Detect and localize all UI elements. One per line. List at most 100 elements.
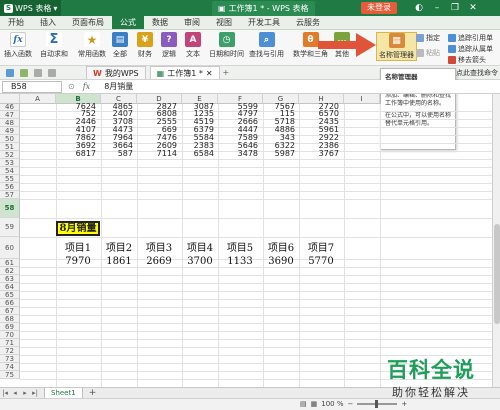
- row-header-64[interactable]: 64: [0, 283, 20, 291]
- summary-header-cell[interactable]: 项目6: [259, 239, 303, 254]
- row-header-52[interactable]: 52: [0, 151, 20, 159]
- summary-header-cell[interactable]: 项目7: [299, 239, 343, 254]
- name-manager-button[interactable]: ▦ 名称管理器: [376, 32, 417, 61]
- tab-review[interactable]: 审阅: [176, 16, 208, 29]
- table-cell[interactable]: 6584: [174, 150, 214, 158]
- row-header-74[interactable]: 74: [0, 363, 20, 371]
- name-box[interactable]: B58: [2, 80, 62, 93]
- autosum-button[interactable]: Σ 自动求和: [40, 32, 68, 59]
- zoom-level[interactable]: 100 %: [321, 400, 343, 408]
- summary-header-cell[interactable]: 项目4: [178, 239, 222, 254]
- tab-cloud[interactable]: 云服务: [288, 16, 328, 29]
- maximize-icon[interactable]: ❐: [448, 2, 462, 14]
- common-functions-button[interactable]: ★ 常用函数: [78, 32, 106, 59]
- tab-data[interactable]: 数据: [144, 16, 176, 29]
- tab-home[interactable]: 开始: [0, 16, 32, 29]
- row-header-46[interactable]: 46: [0, 104, 20, 111]
- tab-page-layout[interactable]: 页面布局: [64, 16, 112, 29]
- summary-value-cell[interactable]: 2669: [137, 256, 181, 267]
- financial-button[interactable]: ¥ 财务: [137, 32, 153, 59]
- table-cell[interactable]: 587: [93, 150, 133, 158]
- document-tab[interactable]: ▣ 工作簿1 * - WPS 表格: [212, 1, 315, 16]
- zoom-search-icon[interactable]: ⊙: [68, 82, 75, 91]
- summary-header-cell[interactable]: 项目1: [56, 239, 100, 254]
- app-menu-button[interactable]: S WPS 表格 ▾: [0, 0, 62, 16]
- row-header-54[interactable]: 54: [0, 167, 20, 175]
- prev-sheet-icon[interactable]: ◂: [10, 389, 20, 397]
- row-header-58[interactable]: 58: [0, 199, 20, 218]
- view-normal-icon[interactable]: ▤: [300, 400, 307, 408]
- summary-title-cell[interactable]: 8月销量: [56, 221, 100, 236]
- zoom-in-icon[interactable]: +: [401, 400, 407, 408]
- row-header-60[interactable]: 60: [0, 237, 20, 259]
- column-header-i[interactable]: I: [344, 94, 380, 104]
- row-header-47[interactable]: 47: [0, 111, 20, 119]
- summary-value-cell[interactable]: 1861: [97, 256, 141, 267]
- summary-value-cell[interactable]: 1133: [218, 256, 262, 267]
- tab-view[interactable]: 视图: [208, 16, 240, 29]
- row-header-66[interactable]: 66: [0, 299, 20, 307]
- row-header-51[interactable]: 51: [0, 143, 20, 151]
- table-cell[interactable]: 3478: [218, 150, 258, 158]
- table-cell[interactable]: 6817: [56, 150, 96, 158]
- insert-function-button[interactable]: fx 插入函数: [4, 32, 32, 59]
- trace-dependents-button[interactable]: 追踪从属单: [448, 44, 493, 54]
- print-icon[interactable]: [20, 68, 28, 77]
- row-header-63[interactable]: 63: [0, 275, 20, 283]
- sheet-tab-sheet1[interactable]: Sheet1: [44, 387, 83, 399]
- row-header-55[interactable]: 55: [0, 175, 20, 183]
- view-layout-icon[interactable]: ▦: [311, 400, 318, 408]
- tab-formulas[interactable]: 公式: [112, 16, 144, 29]
- row-header-72[interactable]: 72: [0, 347, 20, 355]
- tab-mywps[interactable]: W 我的WPS: [86, 66, 146, 79]
- row-header-59[interactable]: 59: [0, 218, 20, 237]
- trace-precedents-button[interactable]: 追踪引用单: [448, 33, 493, 43]
- row-header-50[interactable]: 50: [0, 135, 20, 143]
- row-header-62[interactable]: 62: [0, 267, 20, 275]
- all-functions-button[interactable]: ▤ 全部: [112, 32, 128, 59]
- search-command-hint[interactable]: 点此查找命令: [456, 68, 498, 78]
- row-header-48[interactable]: 48: [0, 119, 20, 127]
- row-header-70[interactable]: 70: [0, 331, 20, 339]
- row-header-69[interactable]: 69: [0, 323, 20, 331]
- minimize-icon[interactable]: –: [430, 2, 444, 14]
- table-cell[interactable]: 7114: [137, 150, 177, 158]
- summary-header-cell[interactable]: 项目3: [137, 239, 181, 254]
- next-sheet-icon[interactable]: ▸: [20, 389, 30, 397]
- remove-arrows-button[interactable]: 移去箭头: [448, 55, 486, 65]
- column-header-a[interactable]: A: [20, 94, 56, 104]
- datetime-button[interactable]: ◷ 日期和时间: [209, 32, 244, 59]
- undo-icon[interactable]: [34, 68, 42, 77]
- redo-icon[interactable]: [48, 68, 56, 77]
- formula-input[interactable]: 8月销量: [104, 81, 133, 92]
- summary-header-cell[interactable]: 项目5: [218, 239, 262, 254]
- text-button[interactable]: A 文本: [185, 32, 201, 59]
- fx-label[interactable]: fx: [83, 82, 90, 91]
- logical-button[interactable]: ? 逻辑: [161, 32, 177, 59]
- login-button[interactable]: 未登录: [361, 2, 397, 14]
- table-cell[interactable]: 5987: [255, 150, 295, 158]
- first-sheet-icon[interactable]: |◂: [0, 389, 10, 397]
- add-sheet-button[interactable]: +: [89, 388, 97, 398]
- new-tab-icon[interactable]: +: [223, 68, 230, 77]
- summary-value-cell[interactable]: 5770: [299, 256, 343, 267]
- tab-workbook[interactable]: ▦ 工作簿1 * ✕: [149, 66, 220, 79]
- tab-developer[interactable]: 开发工具: [240, 16, 288, 29]
- vertical-scrollbar[interactable]: [492, 94, 500, 387]
- zoom-out-icon[interactable]: −: [348, 400, 354, 408]
- row-header-75[interactable]: 75: [0, 371, 20, 379]
- row-header-49[interactable]: 49: [0, 127, 20, 135]
- close-tab-icon[interactable]: ✕: [206, 69, 213, 78]
- row-header-68[interactable]: 68: [0, 315, 20, 323]
- row-header-57[interactable]: 57: [0, 191, 20, 199]
- summary-value-cell[interactable]: 7970: [56, 256, 100, 267]
- define-name-button[interactable]: 指定: [416, 33, 440, 43]
- table-cell[interactable]: 3767: [299, 150, 339, 158]
- row-header-65[interactable]: 65: [0, 291, 20, 299]
- lookup-button[interactable]: ⌕ 查找与引用: [249, 32, 284, 59]
- summary-value-cell[interactable]: 3700: [178, 256, 222, 267]
- tab-insert[interactable]: 插入: [32, 16, 64, 29]
- last-sheet-icon[interactable]: ▸|: [30, 389, 40, 397]
- zoom-slider[interactable]: [357, 400, 398, 408]
- summary-header-cell[interactable]: 项目2: [97, 239, 141, 254]
